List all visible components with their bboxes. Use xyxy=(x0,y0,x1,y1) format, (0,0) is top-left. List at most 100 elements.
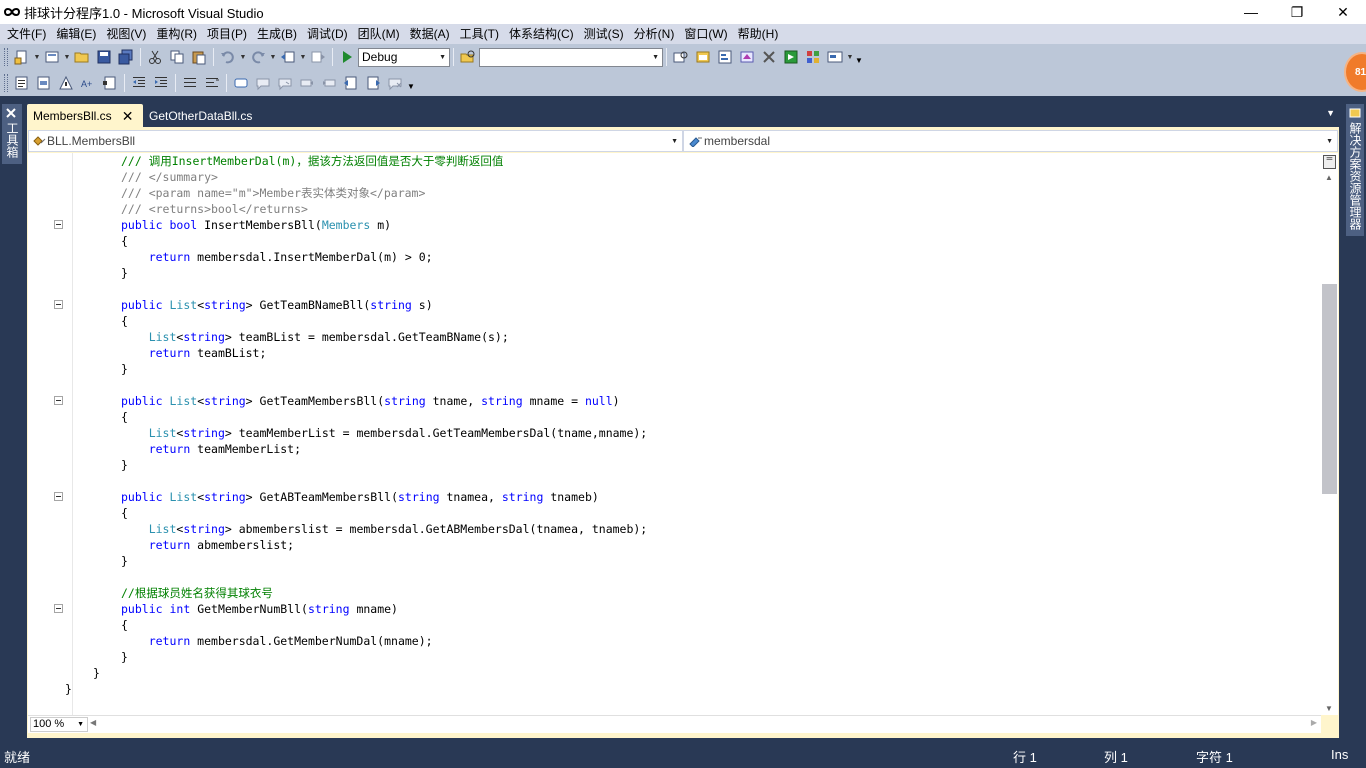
properties-icon[interactable] xyxy=(715,47,735,67)
menu-file[interactable]: 文件(F) xyxy=(2,24,51,44)
toolbar-grip[interactable] xyxy=(4,74,8,92)
menu-debug[interactable]: 调试(D) xyxy=(302,24,353,44)
active-files-dropdown-icon[interactable]: ▼ xyxy=(1326,108,1335,118)
menu-architecture[interactable]: 体系结构(C) xyxy=(504,24,579,44)
menu-window[interactable]: 窗口(W) xyxy=(679,24,732,44)
menu-refactor[interactable]: 重构(R) xyxy=(151,24,202,44)
code-text: List<string> teamMemberList = membersdal… xyxy=(148,426,648,440)
redo-icon[interactable] xyxy=(248,47,268,67)
decrease-indent-icon[interactable] xyxy=(129,73,149,93)
comment-out-icon[interactable] xyxy=(180,73,200,93)
toolbar-overflow-icon[interactable]: ▼ xyxy=(854,47,864,67)
extension-manager-icon[interactable] xyxy=(803,47,823,67)
menu-tools[interactable]: 工具(T) xyxy=(455,24,504,44)
toolbox-tab[interactable]: 工具箱 xyxy=(2,104,22,164)
collapse-icon[interactable] xyxy=(54,396,63,405)
members-combo[interactable]: membersdal ▼ xyxy=(683,130,1338,152)
save-all-icon[interactable] xyxy=(116,47,136,67)
menu-data[interactable]: 数据(A) xyxy=(405,24,455,44)
toolbox-icon[interactable] xyxy=(759,47,779,67)
tab-membersbll[interactable]: MembersBll.cs ✕ xyxy=(27,104,143,127)
scroll-thumb[interactable] xyxy=(1322,284,1337,494)
status-column: 列 1 xyxy=(1104,750,1128,765)
display-object-member-list-icon[interactable] xyxy=(12,73,32,93)
collapse-icon[interactable] xyxy=(54,492,63,501)
save-icon[interactable] xyxy=(94,47,114,67)
start-page-icon[interactable] xyxy=(781,47,801,67)
next-bookmark-icon[interactable] xyxy=(275,73,295,93)
toolbar-grip[interactable] xyxy=(4,48,8,66)
vertical-scrollbar[interactable]: ═ ▲ ▼ xyxy=(1321,153,1338,715)
previous-bookmark-in-folder-icon[interactable] xyxy=(297,73,317,93)
cut-icon[interactable] xyxy=(145,47,165,67)
undo-icon[interactable] xyxy=(218,47,238,67)
zoom-select[interactable]: 100 % ▼ xyxy=(30,717,88,732)
increase-indent-icon[interactable] xyxy=(151,73,171,93)
outline-icon[interactable] xyxy=(100,73,120,93)
add-item-icon[interactable] xyxy=(42,47,62,67)
collapse-icon[interactable] xyxy=(54,220,63,229)
parameter-info-icon[interactable] xyxy=(34,73,54,93)
restore-button[interactable]: ❐ xyxy=(1274,0,1320,24)
previous-bookmark-icon[interactable] xyxy=(253,73,273,93)
navigate-backward-icon[interactable] xyxy=(278,47,298,67)
minimize-button[interactable]: — xyxy=(1228,0,1274,24)
scroll-right-icon[interactable]: ▶ xyxy=(1311,718,1317,727)
toggle-bookmark-icon[interactable] xyxy=(231,73,251,93)
collapse-icon[interactable] xyxy=(54,604,63,613)
menu-test[interactable]: 测试(S) xyxy=(579,24,629,44)
collapse-icon[interactable] xyxy=(54,300,63,309)
menu-help[interactable]: 帮助(H) xyxy=(733,24,784,44)
next-bookmark-in-document-icon[interactable] xyxy=(363,73,383,93)
redo-dropdown-icon[interactable]: ▼ xyxy=(269,47,277,67)
status-char: 字符 1 xyxy=(1196,750,1233,765)
paste-icon[interactable] xyxy=(189,47,209,67)
add-item-dropdown-icon[interactable]: ▼ xyxy=(63,47,71,67)
command-window-icon[interactable] xyxy=(825,47,845,67)
menu-project[interactable]: 项目(P) xyxy=(202,24,252,44)
types-combo[interactable]: BLL.MembersBll ▼ xyxy=(28,130,683,152)
navigate-forward-icon[interactable] xyxy=(308,47,328,67)
previous-bookmark-in-document-icon[interactable] xyxy=(341,73,361,93)
solution-configuration-select[interactable]: Debug ▼ xyxy=(358,47,450,67)
object-browser-icon[interactable] xyxy=(737,47,757,67)
scroll-up-icon[interactable]: ▲ xyxy=(1325,173,1333,182)
menu-team[interactable]: 团队(M) xyxy=(353,24,405,44)
undo-dropdown-icon[interactable]: ▼ xyxy=(239,47,247,67)
close-button[interactable]: ✕ xyxy=(1320,0,1366,24)
command-window-dropdown-icon[interactable]: ▼ xyxy=(846,47,854,67)
toolbox-icon xyxy=(6,108,16,118)
document-tab-well: MembersBll.cs ✕ GetOtherDataBll.cs ▼ xyxy=(27,103,1341,127)
solution-explorer-icon[interactable] xyxy=(693,47,713,67)
solution-explorer-tab[interactable]: 解决方案资源管理器 xyxy=(1346,104,1364,236)
navigate-backward-dropdown-icon[interactable]: ▼ xyxy=(299,47,307,67)
find-icon[interactable] xyxy=(671,47,691,67)
find-combo[interactable]: ▼ xyxy=(479,47,663,67)
start-debugging-icon[interactable] xyxy=(337,47,357,67)
uncomment-icon[interactable] xyxy=(202,73,222,93)
quick-info-icon[interactable] xyxy=(56,73,76,93)
toolbar-overflow-icon[interactable]: ▼ xyxy=(406,73,416,93)
find-in-files-icon[interactable] xyxy=(458,47,478,67)
menu-build[interactable]: 生成(B) xyxy=(252,24,302,44)
clear-bookmarks-icon[interactable] xyxy=(385,73,405,93)
title-bar: 排球计分程序1.0 - Microsoft Visual Studio — ❐ … xyxy=(0,0,1366,24)
code-editor[interactable]: /// 调用InsertMemberDal(m)，据该方法返回值是否大于零判断返… xyxy=(28,153,1321,715)
close-tab-icon[interactable]: ✕ xyxy=(122,109,134,123)
complete-word-icon[interactable]: A+ xyxy=(78,73,98,93)
new-project-icon[interactable] xyxy=(12,47,32,67)
menu-edit[interactable]: 编辑(E) xyxy=(51,24,101,44)
scroll-left-icon[interactable]: ◀ xyxy=(90,718,96,727)
scroll-down-icon[interactable]: ▼ xyxy=(1325,704,1333,713)
split-window-handle[interactable]: ═ xyxy=(1323,155,1336,169)
open-file-icon[interactable] xyxy=(72,47,92,67)
solution-configuration-value: Debug xyxy=(362,50,398,64)
menu-view[interactable]: 视图(V) xyxy=(101,24,151,44)
new-project-dropdown-icon[interactable]: ▼ xyxy=(33,47,41,67)
left-tool-window-strip: 工具箱 xyxy=(0,100,24,740)
next-bookmark-in-folder-icon[interactable] xyxy=(319,73,339,93)
tab-getotherdatabll[interactable]: GetOtherDataBll.cs xyxy=(143,104,258,127)
menu-analyze[interactable]: 分析(N) xyxy=(629,24,680,44)
code-text: } xyxy=(121,266,128,280)
copy-icon[interactable] xyxy=(167,47,187,67)
